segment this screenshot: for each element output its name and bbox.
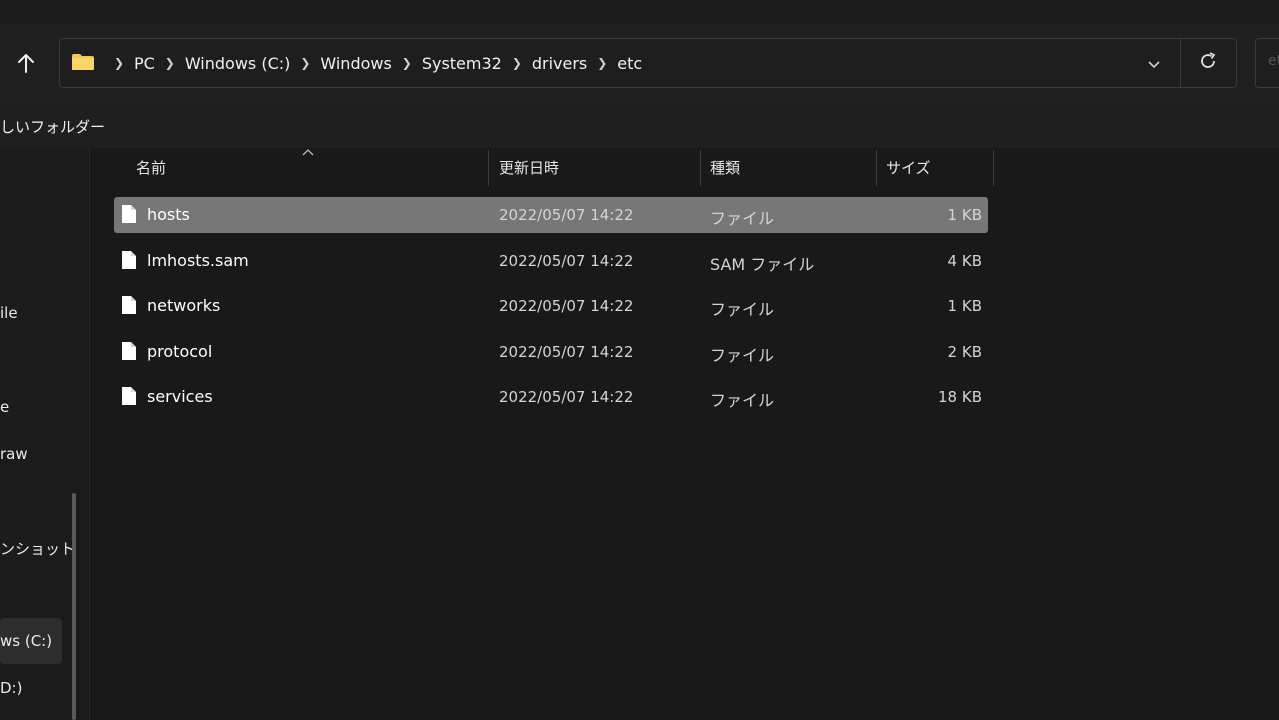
breadcrumb-windows[interactable]: Windows <box>320 54 391 73</box>
chevron-right-icon[interactable]: ❯ <box>163 56 177 70</box>
refresh-icon <box>1198 51 1218 75</box>
sidebar-item-windows-c-label: ws (C:) <box>0 632 53 650</box>
file-size: 1 KB <box>947 206 982 224</box>
navigation-pane: ile e raw ンショット ws (C:) D:) <box>0 148 88 720</box>
file-date: 2022/05/07 14:22 <box>499 388 634 406</box>
file-list: 名前 更新日時 種類 サイズ hosts 2022/05/07 14:22 ファ… <box>90 148 1279 720</box>
sidebar-item-raw[interactable]: raw <box>0 445 28 463</box>
sidebar-item-screenshots[interactable]: ンショット <box>0 538 75 559</box>
file-name: services <box>147 387 213 406</box>
file-icon <box>121 341 137 361</box>
chevron-right-icon[interactable]: ❯ <box>510 56 524 70</box>
file-type: ファイル <box>710 209 775 228</box>
column-resizer[interactable] <box>488 150 489 186</box>
file-type: ファイル <box>710 391 775 410</box>
file-row-services[interactable]: services 2022/05/07 14:22 ファイル 18 KB <box>114 379 988 415</box>
file-row-hosts[interactable]: hosts 2022/05/07 14:22 ファイル 1 KB <box>114 197 988 233</box>
file-type: ファイル <box>710 300 775 319</box>
address-divider <box>1180 39 1181 87</box>
column-size[interactable]: サイズ <box>886 157 931 178</box>
file-name: networks <box>147 296 221 315</box>
file-icon <box>121 204 137 224</box>
refresh-button[interactable] <box>1196 51 1220 75</box>
file-type: ファイル <box>710 346 775 365</box>
file-date: 2022/05/07 14:22 <box>499 297 634 315</box>
chevron-right-icon[interactable]: ❯ <box>112 56 126 70</box>
command-bar: しいフォルダー <box>0 104 1279 148</box>
file-name: lmhosts.sam <box>147 251 249 270</box>
chevron-right-icon[interactable]: ❯ <box>400 56 414 70</box>
address-history-button[interactable] <box>1144 53 1164 73</box>
chevron-down-icon <box>1147 54 1161 73</box>
chevron-right-icon[interactable]: ❯ <box>595 56 609 70</box>
sort-ascending-icon <box>302 148 314 158</box>
file-icon <box>121 295 137 315</box>
file-type: SAM ファイル <box>710 255 815 274</box>
column-resizer[interactable] <box>700 150 701 186</box>
file-size: 18 KB <box>938 388 982 406</box>
file-name: protocol <box>147 342 213 361</box>
file-icon <box>121 386 137 406</box>
navigation-bar: ❯ PC ❯ Windows (C:) ❯ Windows ❯ System32… <box>0 24 1279 104</box>
breadcrumb: ❯ PC ❯ Windows (C:) ❯ Windows ❯ System32… <box>104 39 642 87</box>
arrow-up-icon <box>16 52 36 78</box>
file-size: 4 KB <box>947 252 982 270</box>
breadcrumb-drivers[interactable]: drivers <box>532 54 587 73</box>
file-row-lmhosts-sam[interactable]: lmhosts.sam 2022/05/07 14:22 SAM ファイル 4 … <box>114 243 988 279</box>
breadcrumb-system32[interactable]: System32 <box>422 54 502 73</box>
address-bar[interactable]: ❯ PC ❯ Windows (C:) ❯ Windows ❯ System32… <box>59 38 1237 88</box>
file-size: 1 KB <box>947 297 982 315</box>
breadcrumb-etc[interactable]: etc <box>617 54 642 73</box>
sidebar-item-d-drive[interactable]: D:) <box>0 679 22 697</box>
file-size: 2 KB <box>947 343 982 361</box>
breadcrumb-pc[interactable]: PC <box>134 54 155 73</box>
sidebar-item-profile[interactable]: ile <box>0 304 18 322</box>
breadcrumb-windows-c[interactable]: Windows (C:) <box>185 54 291 73</box>
chevron-right-icon[interactable]: ❯ <box>298 56 312 70</box>
file-date: 2022/05/07 14:22 <box>499 343 634 361</box>
new-folder-button[interactable]: しいフォルダー <box>0 116 105 137</box>
search-placeholder: et <box>1268 53 1279 69</box>
file-date: 2022/05/07 14:22 <box>499 206 634 224</box>
column-name[interactable]: 名前 <box>136 157 166 178</box>
column-resizer[interactable] <box>876 150 877 186</box>
search-input[interactable]: et <box>1255 38 1279 88</box>
column-date[interactable]: 更新日時 <box>499 157 559 178</box>
up-button[interactable] <box>8 51 44 79</box>
column-headers: 名前 更新日時 種類 サイズ <box>90 148 994 188</box>
sidebar-item-e[interactable]: e <box>0 398 9 416</box>
file-date: 2022/05/07 14:22 <box>499 252 634 270</box>
file-icon <box>121 250 137 270</box>
column-type[interactable]: 種類 <box>710 157 740 178</box>
file-row-protocol[interactable]: protocol 2022/05/07 14:22 ファイル 2 KB <box>114 334 988 370</box>
file-name: hosts <box>147 205 190 224</box>
folder-icon <box>71 53 95 71</box>
window-top-strip <box>0 0 1279 24</box>
column-resizer[interactable] <box>993 150 994 186</box>
file-row-networks[interactable]: networks 2022/05/07 14:22 ファイル 1 KB <box>114 288 988 324</box>
sidebar-scrollbar[interactable] <box>72 493 76 720</box>
